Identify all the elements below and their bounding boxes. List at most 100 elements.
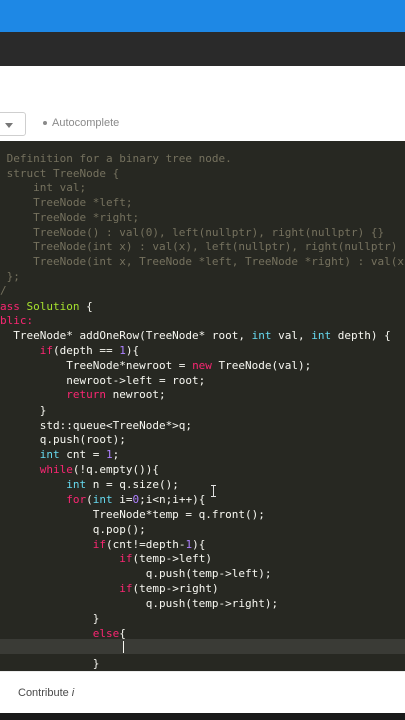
autocomplete-toggle[interactable]: Autocomplete [43, 117, 119, 129]
code-token: val, [271, 329, 312, 342]
type-token: int [311, 329, 332, 342]
code-token: TreeNode* addOneRow(TreeNode* root, [0, 329, 252, 342]
code-line-25: TreeNode*temp = q.front(); [0, 508, 265, 521]
code-line-29: q.push(temp->left); [0, 567, 272, 580]
info-icon: i [71, 687, 75, 699]
code-token: ( [86, 493, 93, 506]
code-line-23: int n = q.size(); [0, 477, 179, 492]
editor-footer: Contribute i [0, 671, 405, 714]
keyword-token: for [66, 493, 87, 506]
current-line-highlight [0, 639, 405, 654]
code-token: { [119, 627, 126, 640]
code-line-19: std::queue<TreeNode*>q; [0, 419, 193, 432]
code-token: TreeNode*newroot = [0, 359, 193, 372]
code-line-1: Definition for a binary tree node. [0, 152, 232, 165]
code-line-8: TreeNode(int x, TreeNode *left, TreeNode… [33, 255, 405, 268]
code-line-2: struct TreeNode { [0, 167, 120, 180]
code-line-26: q.pop(); [0, 523, 146, 536]
code-token: (!q.empty()){ [72, 463, 159, 476]
code-line-32: } [0, 612, 100, 625]
code-editor[interactable]: Definition for a binary tree node. struc… [0, 141, 405, 671]
number-token: 1 [105, 448, 113, 461]
autocomplete-label: Autocomplete [52, 117, 120, 129]
code-line-18: } [0, 404, 47, 417]
i-beam-cursor-icon [211, 485, 216, 497]
top-app-bar [0, 0, 405, 32]
code-token: i= [112, 493, 133, 506]
chevron-down-icon [5, 123, 13, 128]
keyword-token: return [66, 388, 106, 401]
code-line-14: if(depth == 1){ [0, 343, 139, 358]
bullet-icon [43, 121, 47, 125]
code-line-30: if(temp->right) [0, 581, 219, 596]
code-line-7: TreeNode(int x) : val(x), left(nullptr),… [0, 240, 405, 253]
text-cursor [123, 641, 124, 653]
number-token: 1 [119, 344, 126, 357]
code-line-6: TreeNode() : val(0), left(nullptr), righ… [0, 226, 385, 239]
keyword-token: if [119, 582, 133, 595]
keyword-token: ass [0, 300, 27, 313]
type-token: int [251, 329, 272, 342]
code-line-22: while(!q.empty()){ [0, 462, 159, 477]
code-line-12: blic: [0, 314, 34, 327]
code-line-13: TreeNode* addOneRow(TreeNode* root, int … [0, 328, 391, 343]
language-select[interactable] [0, 112, 26, 136]
code-line-16: newroot->left = root; [0, 374, 206, 387]
code-token: (depth == [53, 344, 120, 357]
keyword-token: else [92, 627, 120, 640]
keyword-token: if [119, 552, 133, 565]
code-line-24: for(int i=0;i<n;i++){ [0, 492, 205, 507]
code-token: (cnt!=depth- [105, 538, 186, 551]
code-line-9: }; [0, 270, 20, 283]
code-line-20: q.push(root); [0, 433, 126, 446]
code-token: newroot; [105, 388, 166, 401]
code-token: ){ [125, 344, 140, 357]
type-token: int [92, 493, 113, 506]
code-token: cnt = [59, 448, 106, 461]
code-token: n = q.size(); [86, 478, 179, 491]
code-line-35: } [0, 657, 100, 670]
code-line-21: int cnt = 1; [0, 447, 119, 462]
keyword-token: if [39, 344, 53, 357]
code-line-17: return newroot; [0, 387, 166, 402]
code-line-3: int val; [0, 181, 87, 194]
code-line-10: / [0, 284, 7, 297]
code-line-31: q.push(temp->right); [0, 597, 279, 610]
code-token: depth) { [331, 329, 391, 342]
code-line-15: TreeNode*newroot = new TreeNode(val); [0, 358, 311, 373]
code-line-28: if(temp->left) [0, 551, 212, 566]
code-line-4: TreeNode *left; [0, 196, 133, 209]
code-token: TreeNode(val); [211, 359, 312, 372]
contribute-link[interactable]: Contribute i [18, 687, 74, 699]
bottom-bar [0, 713, 405, 720]
code-token: ){ [192, 538, 206, 551]
contribute-label: Contribute [18, 687, 69, 699]
type-token: int [39, 448, 60, 461]
editor-toolbar: Autocomplete [0, 107, 405, 142]
code-token: (temp->right) [132, 582, 219, 595]
code-line-27: if(cnt!=depth-1){ [0, 537, 206, 552]
keyword-token: if [92, 538, 106, 551]
code-line-5: TreeNode *right; [0, 211, 140, 224]
header-bar [0, 32, 405, 66]
code-token: { [79, 300, 93, 313]
type-token: int [66, 478, 87, 491]
code-token: (temp->left) [132, 552, 212, 565]
keyword-token: new [192, 359, 212, 372]
code-line-11: ass Solution { [0, 299, 93, 314]
keyword-token: while [39, 463, 73, 476]
code-token: ;i<n;i++){ [139, 493, 206, 506]
class-name-token: Solution [26, 300, 80, 313]
code-line-33: else{ [0, 626, 126, 641]
code-token: ; [112, 448, 120, 461]
